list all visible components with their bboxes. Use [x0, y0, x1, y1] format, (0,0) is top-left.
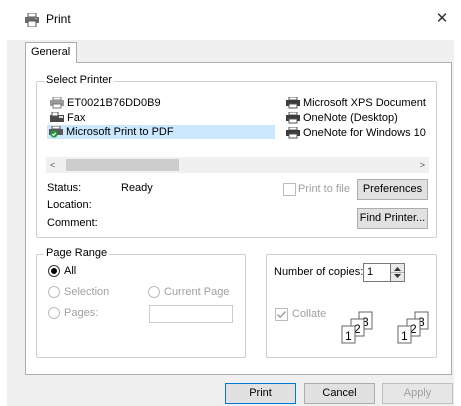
- selection-radio[interactable]: [48, 286, 60, 298]
- page-range-label: Page Range: [44, 247, 110, 259]
- all-label: All: [64, 265, 77, 277]
- spinner-arrows-icon: [391, 267, 404, 278]
- comment-label: Comment:: [47, 217, 98, 229]
- scroll-left-arrow[interactable]: <: [50, 158, 62, 172]
- print-to-file-checkbox[interactable]: [283, 183, 296, 196]
- copies-spinner[interactable]: [391, 263, 405, 282]
- printer-icon: [25, 13, 39, 27]
- printer-item-et0021b76dd0b9[interactable]: ET0021B76DD0B9: [49, 96, 274, 110]
- status-value: Ready: [121, 182, 153, 194]
- print-to-file-label: Print to file: [298, 183, 350, 195]
- checkmark-icon: [276, 310, 287, 319]
- printer-item-microsoft-xps-document-writer[interactable]: Microsoft XPS Document Writer: [285, 96, 428, 110]
- printer-name: OneNote for Windows 10: [303, 127, 426, 139]
- scroll-right-arrow[interactable]: >: [413, 158, 425, 172]
- location-label: Location:: [47, 199, 92, 211]
- printer-item-onenote-desktop[interactable]: OneNote (Desktop): [285, 111, 428, 125]
- printer-item-onenote-for-windows-10[interactable]: OneNote for Windows 10: [285, 126, 428, 140]
- printer-name: Fax: [67, 112, 86, 124]
- preferences-button[interactable]: Preferences: [357, 179, 428, 200]
- current-page-radio[interactable]: [148, 286, 160, 298]
- selection-label: Selection: [64, 286, 110, 298]
- printer-icon: [286, 112, 300, 124]
- all-radio[interactable]: [48, 265, 60, 277]
- apply-button[interactable]: Apply: [382, 383, 453, 404]
- printer-name: ET0021B76DD0B9: [67, 97, 161, 109]
- printer-icon: [286, 127, 300, 139]
- window-title: Print: [46, 12, 71, 26]
- printer-item-fax[interactable]: Fax: [49, 111, 274, 125]
- fax-icon: [50, 112, 64, 122]
- pages-input[interactable]: [149, 305, 233, 323]
- collate-label: Collate: [292, 308, 327, 320]
- collate-pages-icon: 3 2 1 3 2 1: [341, 311, 429, 344]
- printer-name: OneNote (Desktop): [303, 112, 398, 124]
- printer-item-microsoft-print-to-pdf[interactable]: Microsoft Print to PDF: [47, 125, 275, 139]
- printer-name: Microsoft XPS Document Writer: [303, 97, 428, 109]
- collate-checkbox[interactable]: [275, 308, 288, 321]
- printer-icon: [286, 97, 300, 109]
- cancel-button[interactable]: Cancel: [304, 383, 375, 404]
- pages-label: Pages:: [64, 307, 99, 319]
- svg-text:1: 1: [401, 329, 408, 343]
- print-button[interactable]: Print: [225, 383, 296, 404]
- network-printer-icon: [50, 97, 64, 109]
- pages-radio[interactable]: [48, 307, 60, 319]
- default-printer-icon: [49, 126, 63, 138]
- select-printer-label: Select Printer: [44, 74, 115, 86]
- radio-selected-dot: [51, 268, 57, 274]
- scrollbar-thumb[interactable]: [66, 159, 179, 171]
- status-label: Status:: [47, 182, 82, 194]
- find-printer-button[interactable]: Find Printer...: [357, 208, 428, 229]
- printer-name: Microsoft Print to PDF: [66, 126, 174, 138]
- svg-text:1: 1: [345, 329, 352, 343]
- number-of-copies-label: Number of copies:: [274, 266, 364, 278]
- close-button[interactable]: ✕: [432, 9, 452, 29]
- current-page-label: Current Page: [164, 286, 230, 298]
- tab-general[interactable]: General: [25, 42, 77, 63]
- copies-input[interactable]: 1: [363, 263, 391, 282]
